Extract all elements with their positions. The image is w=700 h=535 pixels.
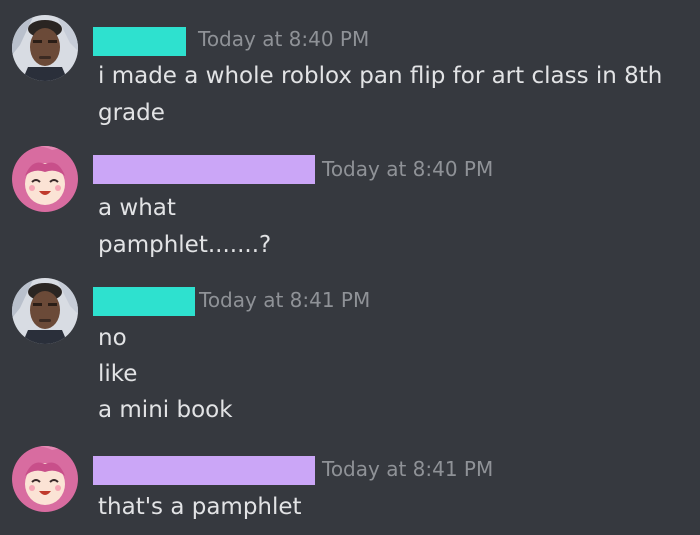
user-avatar[interactable] [12,146,78,212]
pink-hair-anime-girl-avatar-icon [12,446,78,512]
user-avatar[interactable] [12,446,78,512]
message-text-line: a mini book [98,397,233,423]
man-portrait-avatar-icon [12,15,78,81]
message-timestamp: Today at 8:40 PM [198,27,370,51]
message-text-line: pamphlet.......? [98,232,272,258]
message-text-line: that's a pamphlet [98,494,302,520]
message-timestamp: Today at 8:40 PM [322,157,494,181]
user-avatar[interactable] [12,278,78,344]
pink-hair-anime-girl-avatar-icon [12,146,78,212]
message-text-line: a what [98,195,176,221]
username-redaction [93,27,186,56]
username-redaction [93,287,195,316]
man-portrait-avatar-icon [12,278,78,344]
user-avatar[interactable] [12,15,78,81]
message-timestamp: Today at 8:41 PM [322,457,494,481]
username-redaction [93,155,315,184]
username-redaction [93,456,315,485]
message-text-line: grade [98,100,165,126]
message-text-line: i made a whole roblox pan flip for art c… [98,63,663,89]
message-text-line: no [98,325,127,351]
message-text-line: like [98,361,138,387]
message-timestamp: Today at 8:41 PM [199,288,371,312]
